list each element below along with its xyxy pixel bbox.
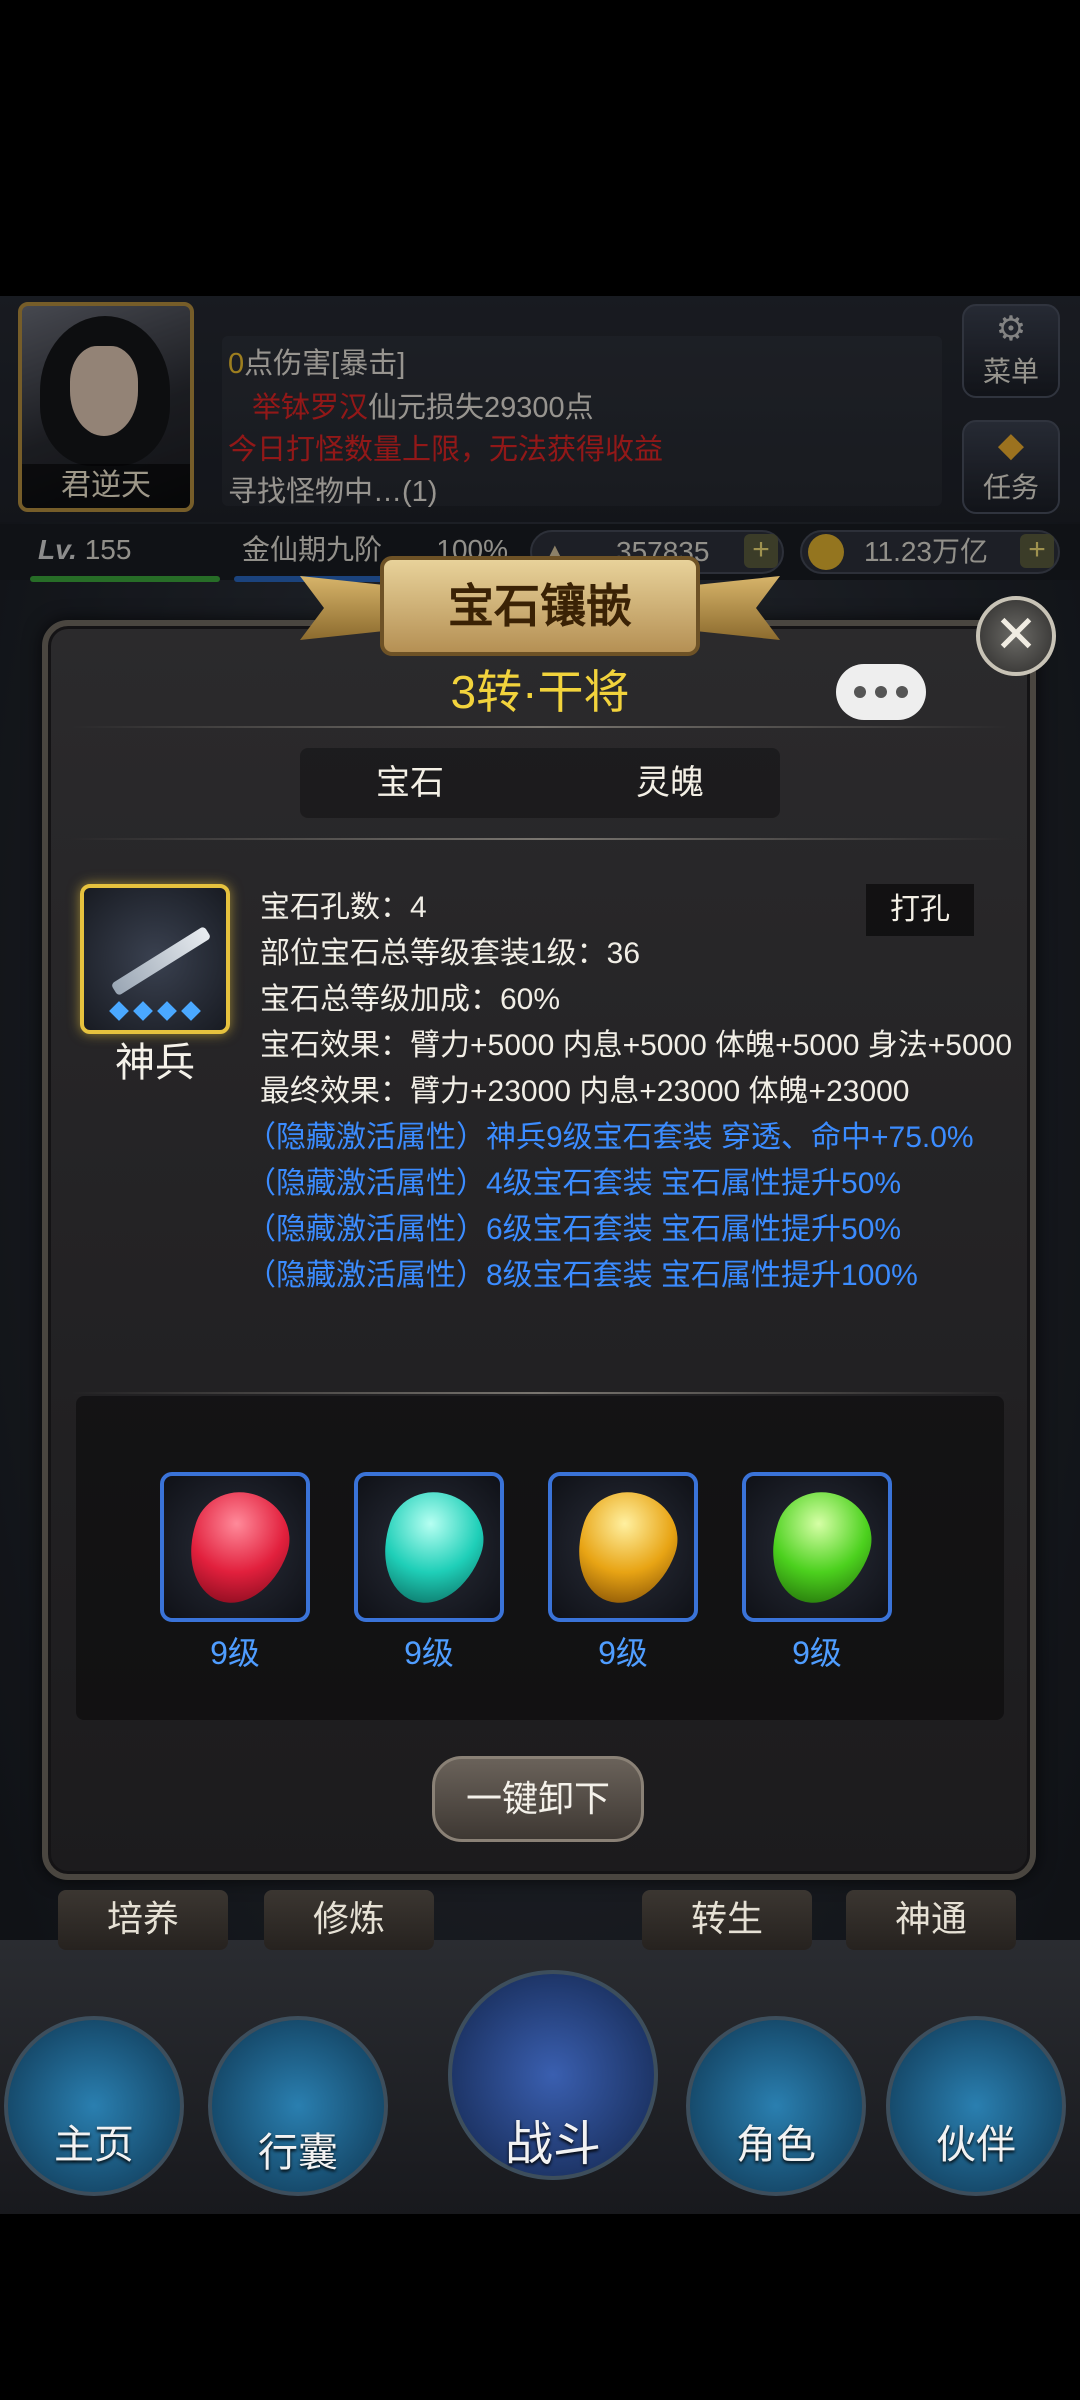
- sword-icon: [110, 925, 212, 997]
- chat-bubble-icon[interactable]: [836, 664, 926, 720]
- nav-partner-label: 伙伴: [936, 2123, 1016, 2167]
- gem-slot-dot: [181, 1001, 201, 1021]
- dialog-banner: 宝石镶嵌: [300, 556, 780, 656]
- divider: [70, 1392, 1010, 1394]
- gem-level: 9级: [404, 1635, 454, 1671]
- info-line: 最终效果：臂力+23000 内息+23000 体魄+23000: [260, 1075, 910, 1108]
- subnav-train[interactable]: 修炼: [264, 1890, 434, 1950]
- hidden-attribute-line: （隐藏激活属性）6级宝石套装 宝石属性提升50%: [246, 1213, 902, 1246]
- info-line: 宝石效果：臂力+5000 内息+5000 体魄+5000 身法+5000: [260, 1029, 1013, 1062]
- punch-hole-button[interactable]: 打孔: [866, 884, 974, 936]
- gem-slot-green[interactable]: [742, 1472, 892, 1622]
- divider: [70, 726, 1010, 728]
- tab-soul[interactable]: 灵魄: [580, 748, 760, 818]
- subnav-divine[interactable]: 神通: [846, 1890, 1016, 1950]
- cyan-gem-icon: [367, 1478, 497, 1618]
- green-gem-icon: [755, 1478, 885, 1618]
- nav-bag-label: 行囊: [258, 2131, 338, 2175]
- hidden-attribute-line: （隐藏激活属性）神兵9级宝石套装 穿透、命中+75.0%: [246, 1121, 974, 1154]
- unload-all-button[interactable]: 一键卸下: [432, 1756, 644, 1842]
- divider: [70, 838, 1010, 840]
- subnav-rebirth[interactable]: 转生: [642, 1890, 812, 1950]
- tab-bar: 宝石 灵魄: [300, 748, 780, 818]
- hidden-attribute-line: （隐藏激活属性）4级宝石套装 宝石属性提升50%: [246, 1167, 902, 1200]
- gem-slot-dot: [157, 1001, 177, 1021]
- gem-slot-dot: [133, 1001, 153, 1021]
- info-line: 宝石孔数：4: [260, 891, 427, 924]
- nav-home-label: 主页: [54, 2123, 134, 2167]
- subnav-cultivate[interactable]: 培养: [58, 1890, 228, 1950]
- nav-character-label: 角色: [736, 2123, 816, 2167]
- info-line: 宝石总等级加成：60%: [260, 983, 561, 1016]
- equipment-icon[interactable]: [80, 884, 230, 1034]
- dialog-banner-title: 宝石镶嵌: [380, 556, 700, 656]
- gem-slot-red[interactable]: [160, 1472, 310, 1622]
- chat-dot: [854, 686, 866, 698]
- gem-level: 9级: [598, 1635, 648, 1671]
- gem-level: 9级: [792, 1635, 842, 1671]
- gem-level: 9级: [210, 1635, 260, 1671]
- gem-slot-yellow[interactable]: [548, 1472, 698, 1622]
- tab-gem[interactable]: 宝石: [320, 748, 500, 818]
- hidden-attribute-line: （隐藏激活属性）8级宝石套装 宝石属性提升100%: [246, 1259, 918, 1292]
- equipment-name: 神兵: [115, 1041, 195, 1085]
- chat-dot: [896, 686, 908, 698]
- gem-slot-dot: [109, 1001, 129, 1021]
- yellow-gem-icon: [561, 1478, 691, 1618]
- chat-dot: [875, 686, 887, 698]
- gem-slot-cyan[interactable]: [354, 1472, 504, 1622]
- red-gem-icon: [173, 1478, 303, 1618]
- info-line: 部位宝石总等级套装1级：36: [260, 937, 641, 970]
- nav-battle-label: 战斗: [504, 2118, 601, 2171]
